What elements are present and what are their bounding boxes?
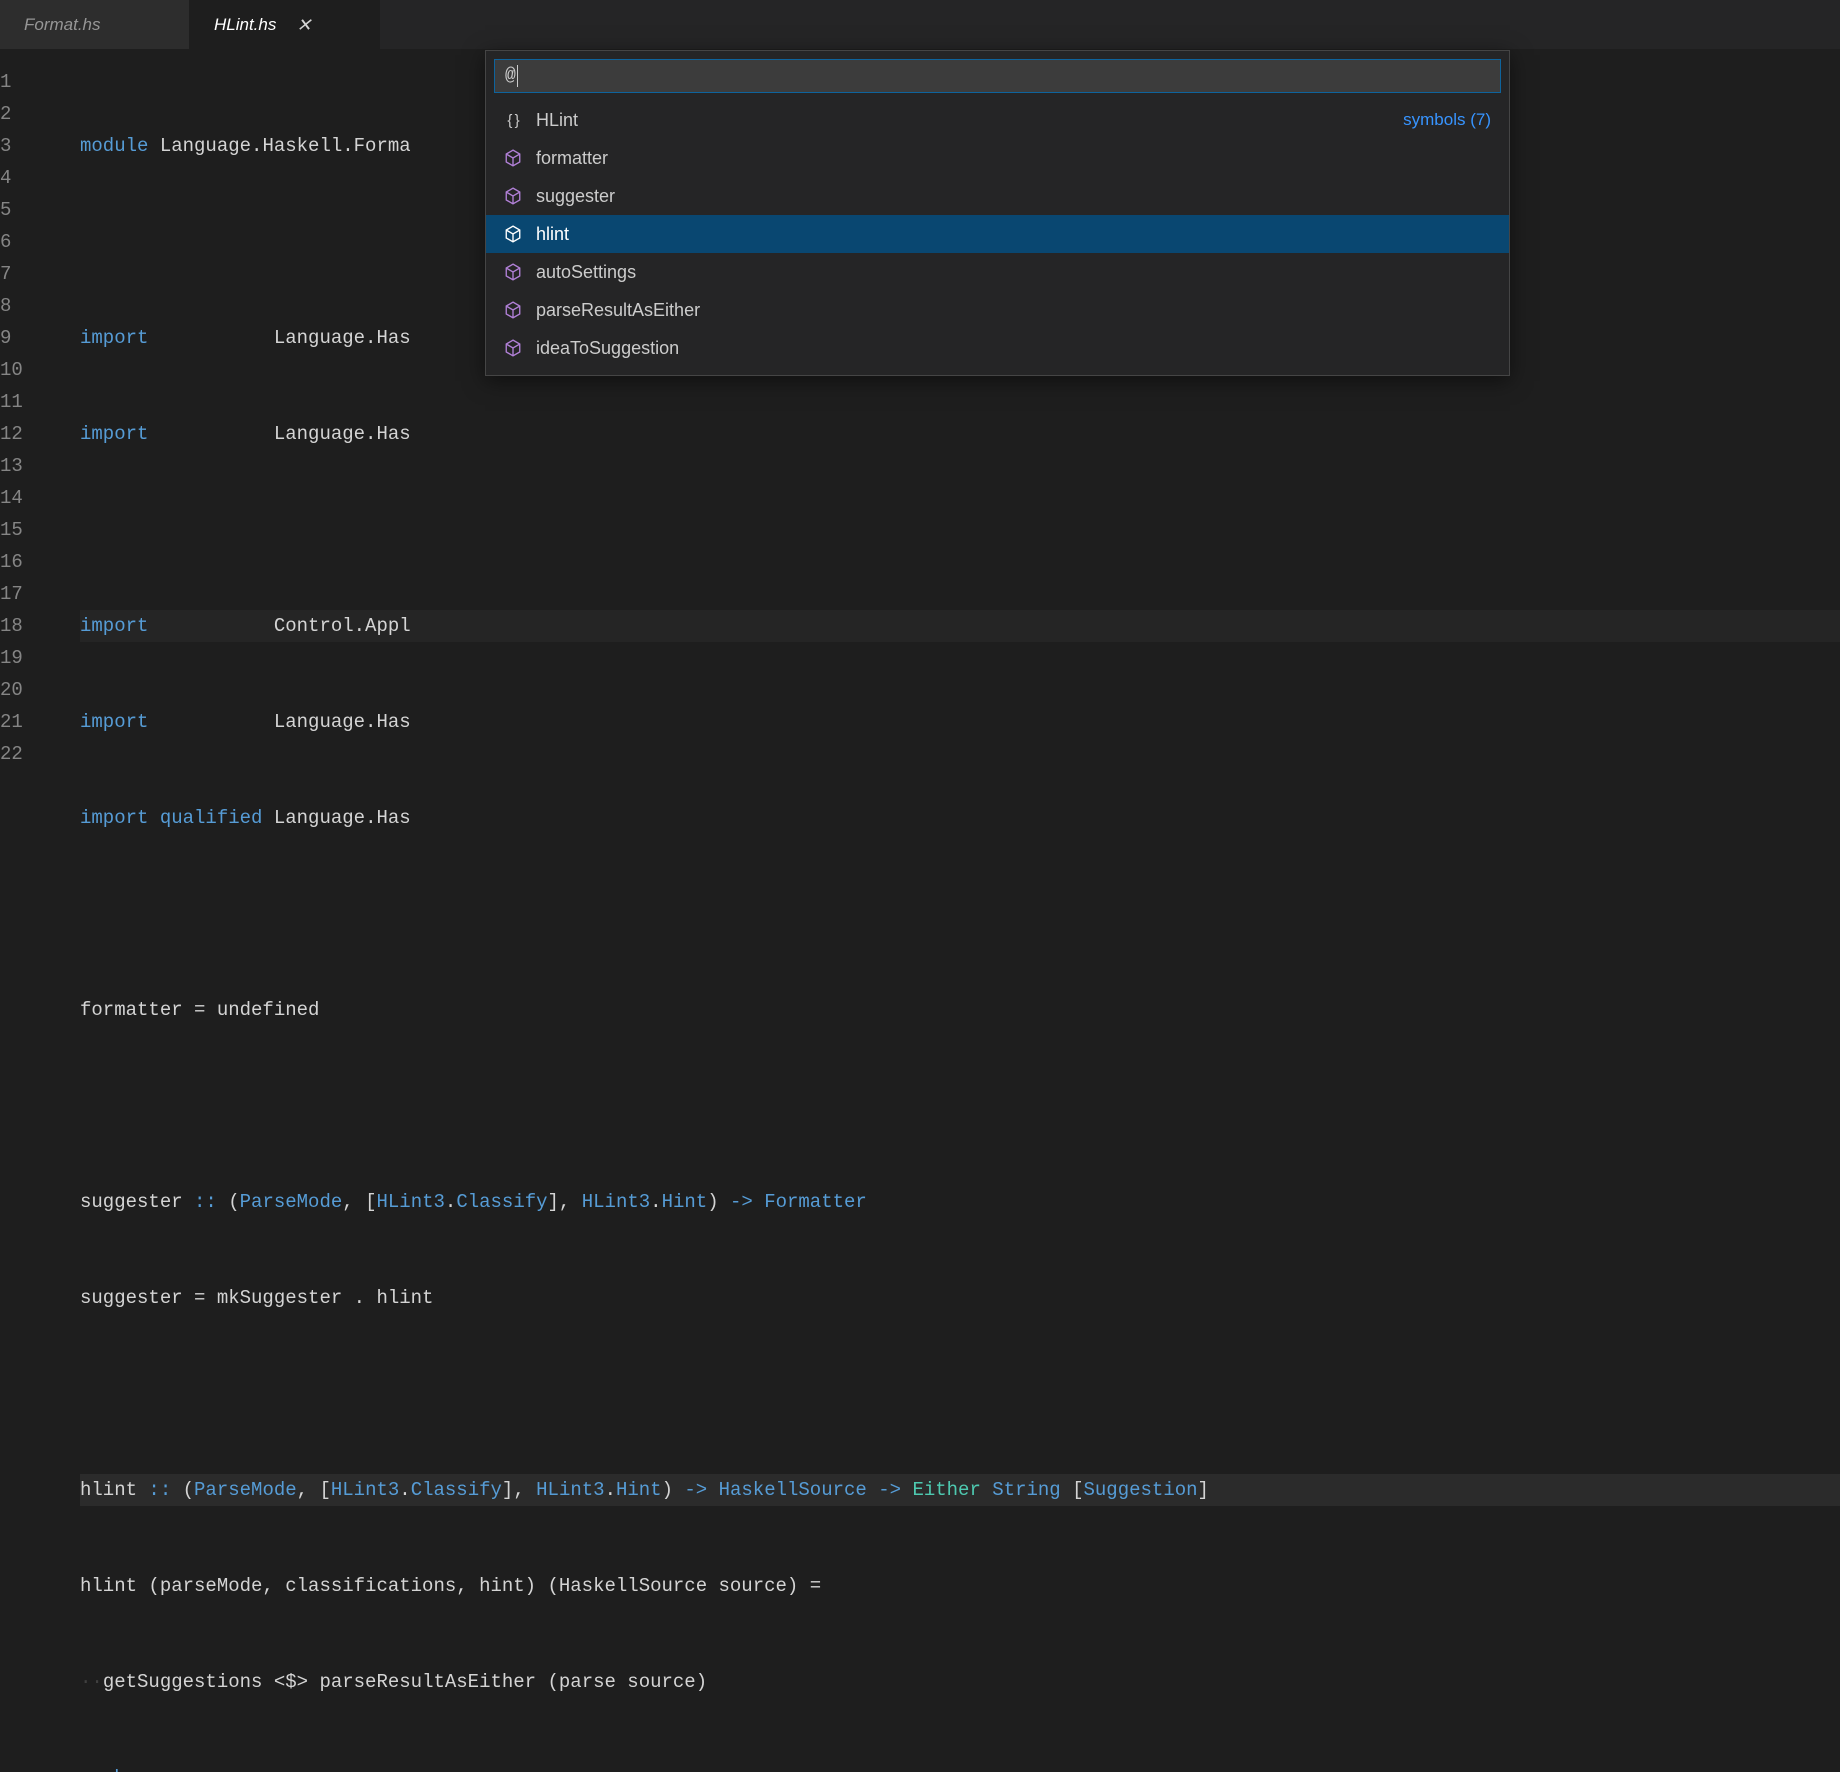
code-line: ··getSuggestions <$> parseResultAsEither… — [80, 1666, 1840, 1698]
line-number: 17 — [0, 578, 60, 610]
tab-format-hs[interactable]: Format.hs — [0, 0, 190, 49]
line-number: 18 — [0, 610, 60, 642]
line-number: 21 — [0, 706, 60, 738]
line-number: 1 — [0, 66, 60, 98]
method-icon — [504, 263, 522, 281]
code-line — [80, 514, 1840, 546]
symbol-item-suggester[interactable]: suggester — [486, 177, 1509, 215]
symbol-label: hlint — [536, 224, 569, 245]
tab-hlint-hs[interactable]: HLint.hs ✕ — [190, 0, 380, 49]
method-icon — [504, 149, 522, 167]
code-line: import Language.Has — [80, 706, 1840, 738]
line-number: 20 — [0, 674, 60, 706]
code-line: import Control.Appl — [80, 610, 1840, 642]
line-number: 10 — [0, 354, 60, 386]
command-palette: @ HLint symbols (7) formatter suggester … — [485, 50, 1510, 376]
line-number: 2 — [0, 98, 60, 130]
code-line — [80, 1378, 1840, 1410]
symbol-label: suggester — [536, 186, 615, 207]
symbol-label: HLint — [536, 110, 578, 131]
symbol-label: ideaToSuggestion — [536, 338, 679, 359]
code-line: hlint :: (ParseMode, [HLint3.Classify], … — [80, 1474, 1840, 1506]
input-value: @ — [505, 66, 516, 86]
symbol-item-ideatosuggestion[interactable]: ideaToSuggestion — [486, 329, 1509, 367]
line-number: 4 — [0, 162, 60, 194]
line-number: 5 — [0, 194, 60, 226]
line-number: 11 — [0, 386, 60, 418]
symbol-item-hlint-module[interactable]: HLint symbols (7) — [486, 101, 1509, 139]
code-line: suggester :: (ParseMode, [HLint3.Classif… — [80, 1186, 1840, 1218]
symbol-search-input[interactable]: @ — [494, 59, 1501, 93]
code-line: formatter = undefined — [80, 994, 1840, 1026]
symbol-item-hlint[interactable]: hlint — [486, 215, 1509, 253]
symbol-label: autoSettings — [536, 262, 636, 283]
code-line — [80, 898, 1840, 930]
line-number: 8 — [0, 290, 60, 322]
text-cursor — [517, 65, 518, 87]
line-number: 9 — [0, 322, 60, 354]
code-line: import qualified Language.Has — [80, 802, 1840, 834]
line-number-gutter: 1 2 3 4 5 6 7 8 9 10 11 12 13 14 15 16 1… — [0, 50, 80, 886]
close-icon[interactable]: ✕ — [296, 16, 311, 34]
symbol-label: formatter — [536, 148, 608, 169]
code-line: import Language.Has — [80, 418, 1840, 450]
symbol-label: parseResultAsEither — [536, 300, 700, 321]
tab-bar: Format.hs HLint.hs ✕ — [0, 0, 1840, 50]
symbol-item-formatter[interactable]: formatter — [486, 139, 1509, 177]
code-line: hlint (parseMode, classifications, hint)… — [80, 1570, 1840, 1602]
namespace-icon — [504, 112, 522, 129]
code-line: ··where — [80, 1762, 1840, 1772]
tab-label: Format.hs — [24, 15, 101, 35]
code-line: suggester = mkSuggester . hlint — [80, 1282, 1840, 1314]
symbols-count-hint: symbols (7) — [1403, 110, 1491, 130]
line-number: 22 — [0, 738, 60, 770]
line-number: 13 — [0, 450, 60, 482]
line-number: 14 — [0, 482, 60, 514]
line-number: 3 — [0, 130, 60, 162]
line-number: 12 — [0, 418, 60, 450]
symbol-list: HLint symbols (7) formatter suggester hl… — [486, 101, 1509, 367]
code-line — [80, 1090, 1840, 1122]
method-icon — [504, 301, 522, 319]
symbol-item-autosettings[interactable]: autoSettings — [486, 253, 1509, 291]
line-number: 6 — [0, 226, 60, 258]
line-number: 15 — [0, 514, 60, 546]
line-number: 16 — [0, 546, 60, 578]
line-number: 7 — [0, 258, 60, 290]
tab-label: HLint.hs — [214, 15, 276, 35]
line-number: 19 — [0, 642, 60, 674]
method-icon — [504, 225, 522, 243]
method-icon — [504, 187, 522, 205]
editor: 1 2 3 4 5 6 7 8 9 10 11 12 13 14 15 16 1… — [0, 50, 1840, 886]
method-icon — [504, 339, 522, 357]
symbol-item-parseresultaseither[interactable]: parseResultAsEither — [486, 291, 1509, 329]
